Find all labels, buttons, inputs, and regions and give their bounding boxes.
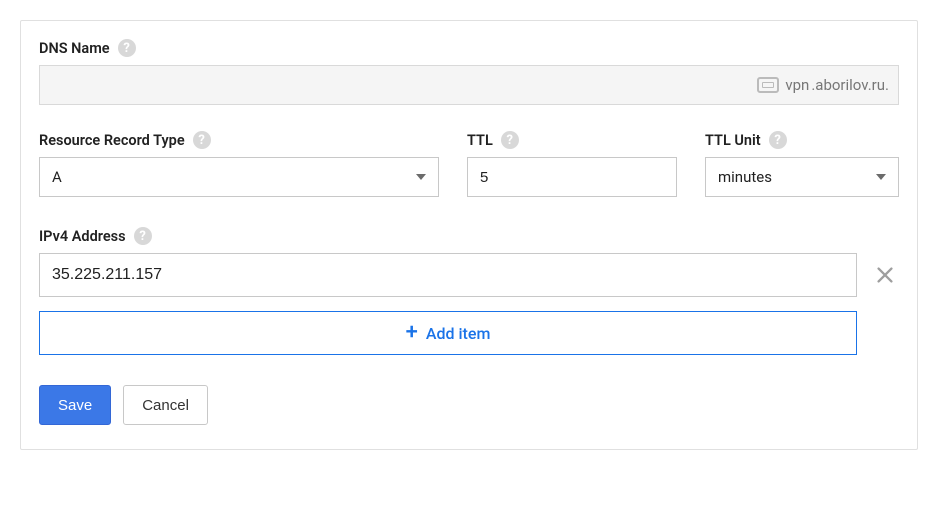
ttl-label-text: TTL (467, 132, 493, 149)
dns-name-label: DNS Name ? (39, 39, 899, 57)
dns-record-panel: DNS Name ? vpn .aborilov.ru. Resource Re… (20, 20, 918, 450)
remove-item-button[interactable] (871, 261, 899, 289)
record-row: Resource Record Type ? A TTL ? TTL Unit … (39, 131, 899, 197)
ttl-label: TTL ? (467, 131, 677, 149)
help-icon[interactable]: ? (118, 39, 136, 57)
record-type-value: A (52, 168, 62, 186)
ipv4-input[interactable] (39, 253, 857, 297)
ipv4-section: IPv4 Address ? + Add item (39, 227, 899, 355)
add-item-label: Add item (426, 324, 491, 343)
help-icon[interactable]: ? (501, 131, 519, 149)
ttl-unit-label-text: TTL Unit (705, 132, 761, 149)
record-type-label-text: Resource Record Type (39, 132, 185, 149)
ttl-unit-label: TTL Unit ? (705, 131, 899, 149)
ipv4-row (39, 253, 899, 297)
help-icon[interactable]: ? (769, 131, 787, 149)
dns-name-label-text: DNS Name (39, 40, 110, 57)
ipv4-label-text: IPv4 Address (39, 228, 126, 245)
help-icon[interactable]: ? (134, 227, 152, 245)
ipv4-label: IPv4 Address ? (39, 227, 899, 245)
record-type-label: Resource Record Type ? (39, 131, 439, 149)
action-bar: Save Cancel (39, 385, 899, 425)
ttl-unit-select[interactable]: minutes (705, 157, 899, 197)
dns-name-input[interactable] (39, 65, 899, 105)
chevron-down-icon (416, 174, 426, 180)
record-type-col: Resource Record Type ? A (39, 131, 439, 197)
ttl-unit-value: minutes (718, 168, 772, 186)
plus-icon: + (406, 322, 418, 344)
chevron-down-icon (876, 174, 886, 180)
ttl-col: TTL ? (467, 131, 677, 197)
dns-name-field-wrap: vpn .aborilov.ru. (39, 65, 899, 105)
cancel-button[interactable]: Cancel (123, 385, 208, 425)
save-button[interactable]: Save (39, 385, 111, 425)
ttl-input[interactable] (467, 157, 677, 197)
record-type-select[interactable]: A (39, 157, 439, 197)
ttl-unit-col: TTL Unit ? minutes (705, 131, 899, 197)
help-icon[interactable]: ? (193, 131, 211, 149)
add-item-button[interactable]: + Add item (39, 311, 857, 355)
close-icon (874, 264, 896, 286)
